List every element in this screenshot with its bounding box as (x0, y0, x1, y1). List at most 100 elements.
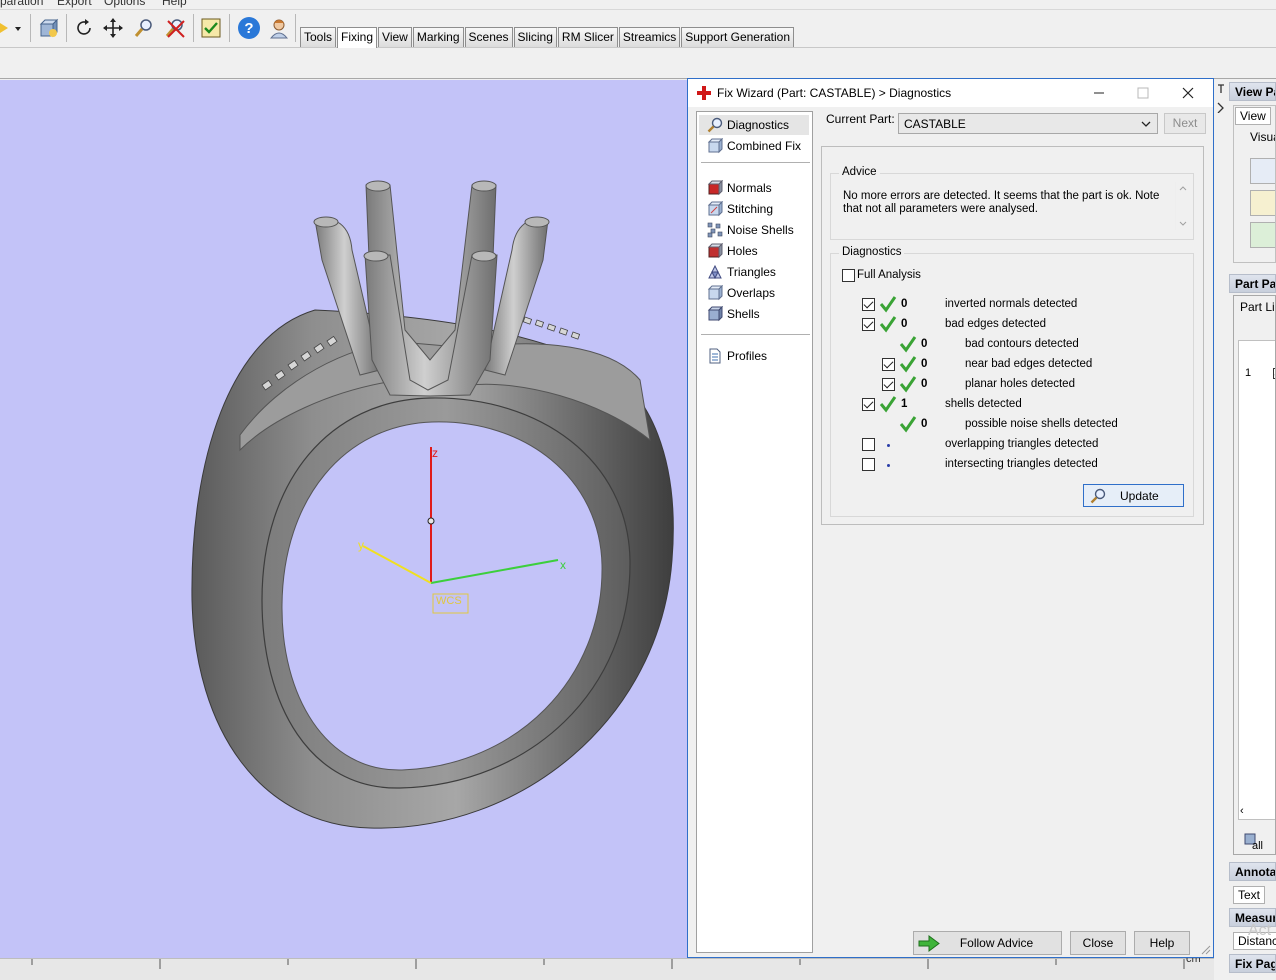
diag-count: 0 (921, 338, 928, 350)
diagnostics-panel: Advice No more errors are detected. It s… (821, 146, 1204, 525)
dropdown-arrow-icon[interactable] (0, 15, 26, 41)
follow-advice-button[interactable]: Follow Advice (913, 931, 1062, 955)
close-window-button[interactable] (1166, 79, 1210, 107)
rotate-icon[interactable] (71, 15, 97, 41)
close-button[interactable]: Close (1070, 931, 1126, 955)
diag-label: intersecting triangles detected (945, 458, 1098, 470)
view-pages-header[interactable]: View Pa (1229, 82, 1276, 101)
zoom-icon[interactable] (131, 15, 157, 41)
nav-item-combined-fix[interactable]: Combined Fix (699, 136, 809, 156)
tab-support-generation[interactable]: Support Generation (681, 27, 795, 47)
menu-item-options[interactable]: Options (104, 0, 145, 8)
magnifier-icon (707, 117, 723, 133)
tab-slicing[interactable]: Slicing (513, 27, 557, 47)
diag-count: 0 (901, 298, 908, 310)
normals-icon (707, 180, 723, 196)
ring-model (191, 180, 674, 829)
menu-item-preparation[interactable]: paration (0, 0, 43, 8)
maximize-button[interactable] (1121, 79, 1165, 107)
help-button[interactable]: Help (1134, 931, 1190, 955)
part-pages-panel: Part Lis 1 ‹ all (1233, 295, 1276, 855)
diag-count: 0 (921, 418, 928, 430)
update-label: Update (1120, 488, 1159, 503)
diag-checkbox-bad-edges[interactable] (862, 318, 875, 331)
nav-item-noise-shells[interactable]: Noise Shells (699, 220, 809, 240)
nav-item-diagnostics[interactable]: Diagnostics (699, 115, 809, 135)
tab-view-side[interactable]: View (1235, 107, 1271, 125)
current-part-select[interactable]: CASTABLE (898, 113, 1158, 134)
full-analysis-checkbox[interactable] (842, 269, 855, 282)
check-ok-icon (879, 396, 897, 413)
minimize-button[interactable] (1077, 79, 1121, 107)
pin-icon[interactable] (1216, 83, 1226, 113)
nav-label: Combined Fix (727, 139, 802, 153)
check-ok-icon (899, 336, 917, 353)
resize-grip-icon[interactable] (1201, 945, 1211, 955)
annotations-header[interactable]: Annota (1229, 862, 1276, 881)
tab-text[interactable]: Text (1233, 886, 1266, 904)
diag-checkbox-planar-holes[interactable] (882, 378, 895, 391)
pan-icon[interactable] (100, 15, 126, 41)
zoom-reset-icon[interactable] (162, 15, 188, 41)
advice-scrollbar[interactable] (1175, 182, 1189, 230)
z-axis-label: z (432, 446, 438, 460)
part-pages-header[interactable]: Part Pa (1229, 274, 1276, 293)
nav-item-normals[interactable]: Normals (699, 178, 809, 198)
dialog-title: Fix Wizard (Part: CASTABLE) > Diagnostic… (717, 86, 952, 100)
nav-item-overlaps[interactable]: Overlaps (699, 283, 809, 303)
next-button[interactable]: Next (1164, 113, 1206, 134)
diag-label: possible noise shells detected (965, 418, 1118, 430)
diag-checkbox-near-bad-edges[interactable] (882, 358, 895, 371)
view-pages-panel: View Visua (1233, 105, 1276, 263)
toolbar-separator (30, 14, 31, 42)
assistant-icon[interactable] (266, 15, 292, 41)
nav-item-profiles[interactable]: Profiles (699, 346, 809, 366)
fix-wizard-dialog: Fix Wizard (Part: CASTABLE) > Diagnostic… (687, 78, 1214, 958)
wizard-nav: Diagnostics Combined Fix Normals Stitchi… (696, 111, 813, 953)
diag-count: 1 (901, 398, 908, 410)
3d-viewport[interactable]: z x y WCS (0, 80, 688, 958)
diag-checkbox-intersecting-triangles[interactable] (862, 458, 875, 471)
pending-dot-icon (887, 444, 890, 447)
nav-item-shells[interactable]: Shells (699, 304, 809, 324)
diag-checkbox-shells[interactable] (862, 398, 875, 411)
profiles-icon (709, 348, 721, 364)
nav-separator (701, 334, 810, 335)
nav-item-holes[interactable]: Holes (699, 241, 809, 261)
tab-tools[interactable]: Tools (300, 27, 337, 47)
triangles-icon (708, 264, 722, 280)
menu-item-help[interactable]: Help (162, 0, 187, 8)
nav-item-stitching[interactable]: Stitching (699, 199, 809, 219)
dialog-title-bar[interactable]: Fix Wizard (Part: CASTABLE) > Diagnostic… (688, 79, 1213, 107)
help-icon[interactable]: ? (236, 15, 262, 41)
diag-checkbox-inverted-normals[interactable] (862, 298, 875, 311)
watermark-text: Act (1248, 922, 1272, 939)
set-square-icon[interactable] (1250, 222, 1275, 248)
follow-advice-label: Follow Advice (959, 936, 1034, 950)
fix-pages-header[interactable]: Fix Pag (1229, 954, 1276, 973)
scroll-left-icon[interactable]: ‹ (1240, 805, 1244, 817)
tab-marking[interactable]: Marking (412, 27, 464, 47)
part-list-label: Part Lis (1240, 300, 1275, 314)
menu-item-export[interactable]: Export (57, 0, 92, 8)
triangle-ruler-icon[interactable] (1250, 190, 1275, 216)
pending-dot-icon (887, 464, 890, 467)
tab-fixing[interactable]: Fixing (337, 27, 378, 48)
tab-streamics[interactable]: Streamics (618, 27, 681, 47)
checklist-icon[interactable] (198, 15, 224, 41)
bottom-ruler: cm (0, 953, 1214, 980)
tab-rm-slicer[interactable]: RM Slicer (557, 27, 618, 47)
update-button[interactable]: Update (1083, 484, 1184, 507)
wcs-label: WCS (436, 595, 462, 607)
view-cube-icon[interactable] (1250, 158, 1275, 184)
stitching-icon (707, 201, 723, 217)
advice-text: No more errors are detected. It seems th… (843, 190, 1160, 215)
diag-count: 0 (921, 378, 928, 390)
diag-label: bad edges detected (945, 318, 1047, 330)
part-list-table[interactable]: 1 (1238, 340, 1275, 820)
diag-checkbox-overlapping-triangles[interactable] (862, 438, 875, 451)
tab-view[interactable]: View (378, 27, 412, 47)
tab-scenes[interactable]: Scenes (464, 27, 513, 47)
nav-item-triangles[interactable]: Triangles (699, 262, 809, 282)
part-load-icon[interactable] (35, 15, 61, 41)
